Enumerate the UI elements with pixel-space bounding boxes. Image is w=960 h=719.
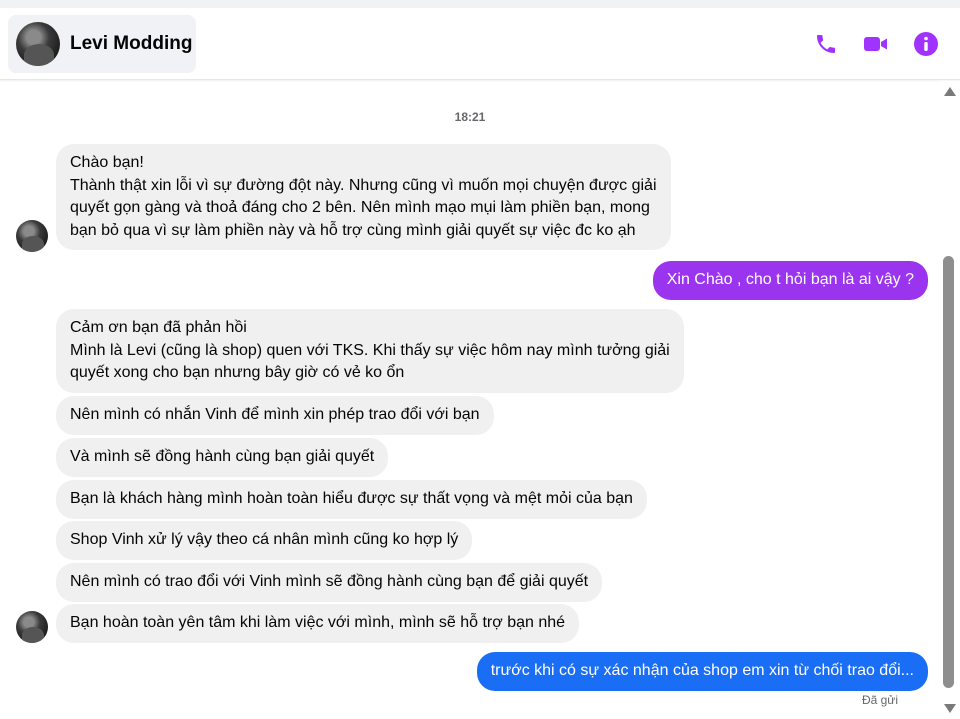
video-call-button[interactable] — [862, 30, 890, 58]
message-status: Đã gửi — [861, 693, 898, 707]
outgoing-message[interactable]: trước khi có sự xác nhận của shop em xin… — [476, 652, 928, 691]
window-top-strip — [0, 0, 960, 8]
scroll-up-arrow-icon[interactable] — [944, 87, 956, 96]
incoming-message[interactable]: Nên mình có trao đổi với Vinh mình sẽ đồ… — [56, 563, 603, 602]
incoming-message[interactable]: Và mình sẽ đồng hành cùng bạn giải quyết — [56, 438, 389, 477]
scrollbar-thumb[interactable] — [943, 256, 954, 688]
incoming-message[interactable]: Shop Vinh xử lý vậy theo cá nhân mình cũ… — [56, 521, 473, 560]
contact-profile-button[interactable]: Levi Modding — [8, 15, 196, 73]
outgoing-message[interactable]: Xin Chào , cho t hỏi bạn là ai vậy ? — [652, 261, 928, 300]
scrollbar[interactable] — [940, 81, 960, 719]
video-call-icon — [864, 37, 887, 51]
incoming-message[interactable]: Bạn là khách hàng mình hoàn toàn hiểu đư… — [56, 480, 647, 519]
message-timestamp: 18:21 — [454, 110, 486, 124]
phone-icon — [817, 35, 835, 53]
conversation-info-button[interactable] — [912, 30, 940, 58]
incoming-message[interactable]: Nên mình có nhắn Vinh để mình xin phép t… — [56, 396, 494, 435]
voice-call-button[interactable] — [812, 30, 840, 58]
sender-avatar — [16, 611, 48, 643]
header-actions — [812, 30, 940, 58]
message-list: 18:21 Chào bạn! Thành thật xin lỗi vì sự… — [0, 81, 940, 719]
info-icon — [914, 32, 938, 56]
sender-avatar — [16, 220, 48, 252]
conversation-header: Levi Modding — [0, 8, 960, 80]
incoming-message[interactable]: Bạn hoàn toàn yên tâm khi làm việc với m… — [56, 604, 580, 643]
scroll-down-arrow-icon[interactable] — [944, 704, 956, 713]
contact-name: Levi Modding — [70, 33, 193, 54]
incoming-message[interactable]: Cảm ơn bạn đã phản hồi Mình là Levi (cũn… — [56, 309, 684, 393]
incoming-message[interactable]: Chào bạn! Thành thật xin lỗi vì sự đường… — [56, 144, 671, 250]
contact-avatar — [16, 22, 60, 66]
